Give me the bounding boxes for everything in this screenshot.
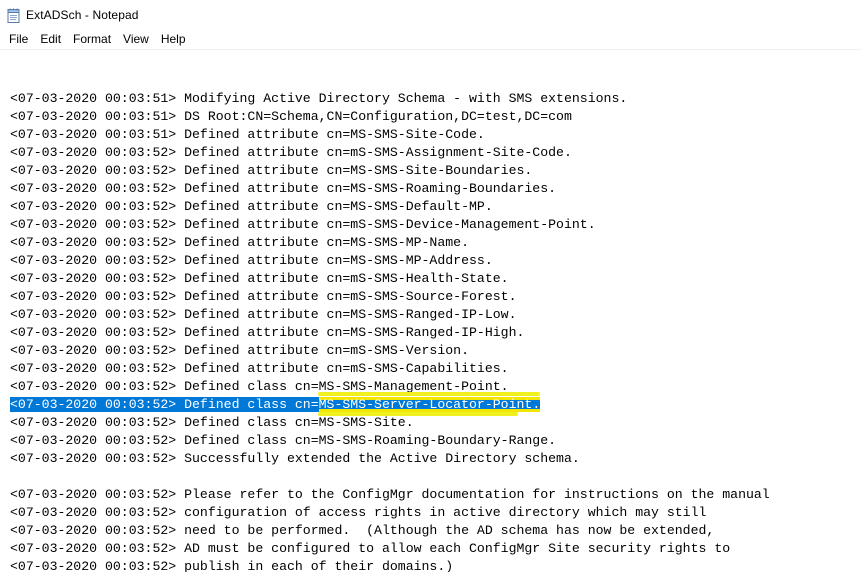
text-line[interactable]: <07-03-2020 00:03:52> publish in each of…	[10, 558, 453, 572]
selection-part-a: <07-03-2020 00:03:52> Defined class cn=	[10, 397, 319, 412]
text-editor[interactable]: <07-03-2020 00:03:51> Modifying Active D…	[0, 49, 861, 572]
window-title: ExtADSch - Notepad	[26, 8, 139, 22]
text-line[interactable]: <07-03-2020 00:03:52> Defined attribute …	[10, 324, 524, 342]
title-bar[interactable]: ExtADSch - Notepad	[0, 0, 861, 30]
text-line[interactable]: <07-03-2020 00:03:52> Defined attribute …	[10, 198, 493, 216]
menu-view[interactable]: View	[117, 30, 155, 48]
notepad-icon	[7, 8, 20, 23]
text-line[interactable]: <07-03-2020 00:03:52> Defined attribute …	[10, 162, 532, 180]
text-line[interactable]: <07-03-2020 00:03:52> Defined attribute …	[10, 270, 509, 288]
notepad-window: ExtADSch - Notepad File Edit Format View…	[0, 0, 861, 572]
text-line[interactable]: <07-03-2020 00:03:52> AD must be configu…	[10, 540, 730, 558]
menu-bar: File Edit Format View Help	[0, 30, 861, 48]
text-line[interactable]: <07-03-2020 00:03:52> Defined class cn=M…	[10, 414, 414, 432]
text-line[interactable]: <07-03-2020 00:03:52> Defined attribute …	[10, 288, 516, 306]
text-line[interactable]: <07-03-2020 00:03:52> Defined attribute …	[10, 144, 572, 162]
menu-format[interactable]: Format	[67, 30, 117, 48]
selected-text-line[interactable]: <07-03-2020 00:03:52> Defined class cn=M…	[10, 396, 541, 414]
menu-file[interactable]: File	[0, 30, 34, 48]
text-line[interactable]: <07-03-2020 00:03:52> Defined attribute …	[10, 180, 556, 198]
menu-help[interactable]: Help	[155, 30, 192, 48]
text-line[interactable]: <07-03-2020 00:03:51> DS Root:CN=Schema,…	[10, 108, 572, 126]
text-line[interactable]: <07-03-2020 00:03:52> Please refer to th…	[10, 486, 770, 504]
text-line[interactable]: <07-03-2020 00:03:51> Modifying Active D…	[10, 90, 627, 108]
text-line[interactable]: <07-03-2020 00:03:52> need to be perform…	[10, 522, 714, 540]
text-line[interactable]: <07-03-2020 00:03:52> Defined attribute …	[10, 342, 469, 360]
text-line[interactable]: <07-03-2020 00:03:52> Successfully exten…	[10, 450, 580, 468]
text-line[interactable]: <07-03-2020 00:03:52> Defined attribute …	[10, 306, 516, 324]
selection-part-b: MS-SMS-Server-Locator-Point.	[318, 397, 541, 412]
text-line[interactable]: <07-03-2020 00:03:52> Defined attribute …	[10, 216, 596, 234]
text-line[interactable]: <07-03-2020 00:03:52> Defined attribute …	[10, 360, 509, 378]
text-line[interactable]: <07-03-2020 00:03:52> Defined class cn=M…	[10, 432, 556, 450]
text-line[interactable]: <07-03-2020 00:03:52> Defined attribute …	[10, 234, 469, 252]
text-line[interactable]: <07-03-2020 00:03:51> Defined attribute …	[10, 126, 485, 144]
text-line[interactable]: <07-03-2020 00:03:52> configuration of a…	[10, 504, 706, 522]
menu-edit[interactable]: Edit	[34, 30, 67, 48]
text-line[interactable]: <07-03-2020 00:03:52> Defined attribute …	[10, 252, 493, 270]
